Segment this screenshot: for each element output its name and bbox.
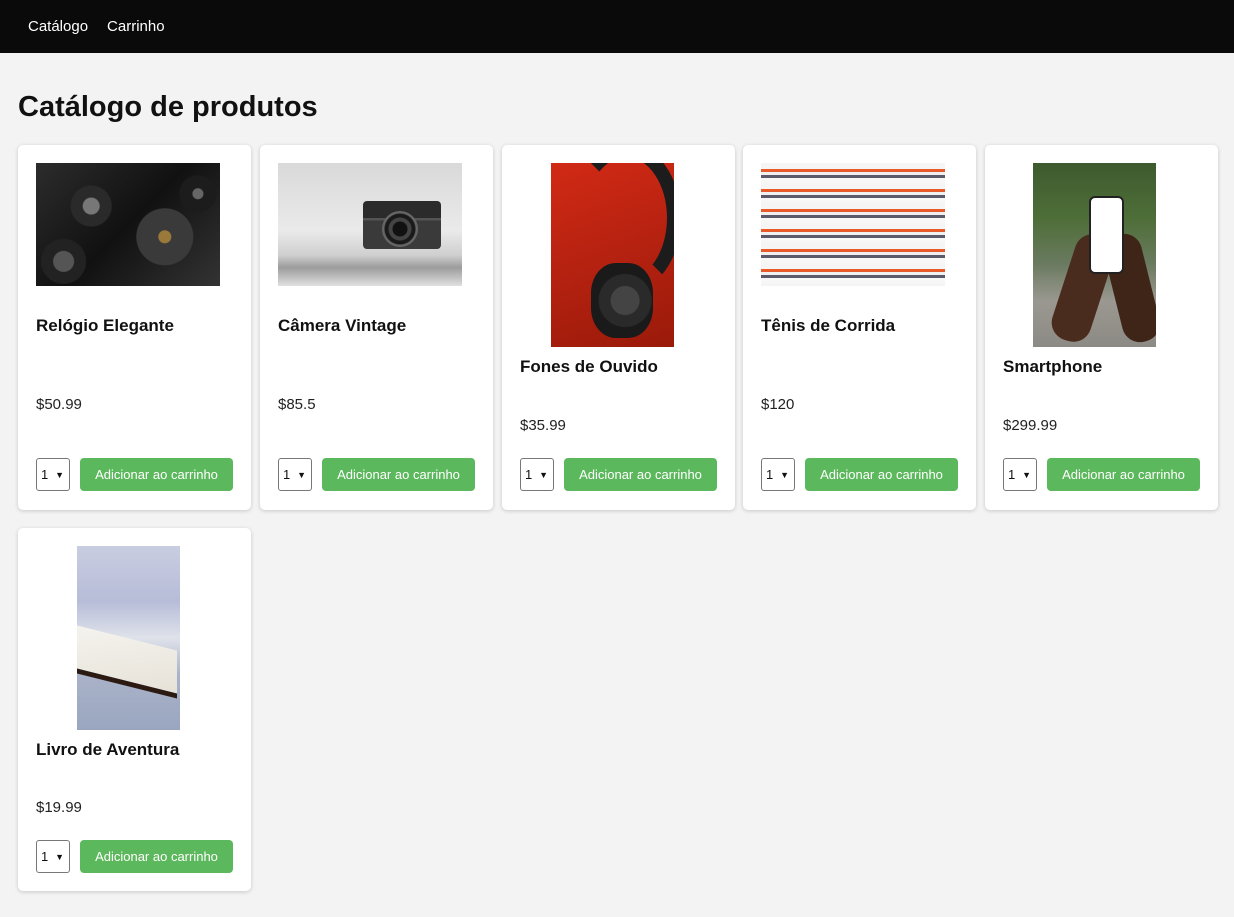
chevron-down-icon: ▼ xyxy=(297,469,306,480)
product-price: $19.99 xyxy=(36,799,82,816)
product-name: Fones de Ouvido xyxy=(520,357,658,376)
product-name: Tênis de Corrida xyxy=(761,316,896,335)
quantity-select[interactable]: 1 ▼ xyxy=(520,458,554,491)
quantity-select[interactable]: 1 ▼ xyxy=(278,458,312,491)
chevron-down-icon: ▼ xyxy=(780,469,789,480)
product-card: Livro de Aventura $19.99 1 ▼ Adicionar ao… xyxy=(18,528,251,891)
product-card: Câmera Vintage $85.5 1 ▼ Adicionar ao car… xyxy=(260,145,493,510)
quantity-value: 1 xyxy=(1008,467,1016,482)
chevron-down-icon: ▼ xyxy=(55,851,64,862)
product-name: Câmera Vintage xyxy=(278,316,407,335)
product-card: Relógio Elegante $50.99 1 ▼ Adicionar ao … xyxy=(18,145,251,510)
chevron-down-icon: ▼ xyxy=(55,469,64,480)
add-to-cart-button[interactable]: Adicionar ao carrinho xyxy=(1047,458,1200,491)
product-image xyxy=(36,163,220,286)
quantity-select[interactable]: 1 ▼ xyxy=(1003,458,1037,491)
product-image xyxy=(77,546,180,730)
quantity-value: 1 xyxy=(41,467,49,482)
product-image xyxy=(278,163,462,286)
quantity-select[interactable]: 1 ▼ xyxy=(761,458,795,491)
chevron-down-icon: ▼ xyxy=(1022,469,1031,480)
quantity-select[interactable]: 1 ▼ xyxy=(36,458,70,491)
product-card: Fones de Ouvido $35.99 1 ▼ Adicionar ao c… xyxy=(502,145,735,510)
product-card: Tênis de Corrida $120 1 ▼ Adicionar ao ca… xyxy=(743,145,976,510)
nav-link-carrinho[interactable]: Carrinho xyxy=(107,18,165,35)
chevron-down-icon: ▼ xyxy=(539,469,548,480)
product-price: $299.99 xyxy=(1003,417,1058,434)
quantity-value: 1 xyxy=(41,849,49,864)
add-to-cart-button[interactable]: Adicionar ao carrinho xyxy=(80,840,233,873)
quantity-value: 1 xyxy=(525,467,533,482)
product-price: $120 xyxy=(761,396,795,413)
add-to-cart-button[interactable]: Adicionar ao carrinho xyxy=(564,458,717,491)
add-to-cart-button[interactable]: Adicionar ao carrinho xyxy=(80,458,233,491)
product-price: $35.99 xyxy=(520,417,566,434)
page-title: Catálogo de produtos xyxy=(18,91,318,123)
product-name: Relógio Elegante xyxy=(36,316,174,335)
product-name: Livro de Aventura xyxy=(36,740,180,759)
quantity-value: 1 xyxy=(283,467,291,482)
product-image xyxy=(551,163,674,347)
product-price: $85.5 xyxy=(278,396,316,413)
product-card: Smartphone $299.99 1 ▼ Adicionar ao carri… xyxy=(985,145,1218,510)
product-image xyxy=(761,163,945,286)
product-image xyxy=(1033,163,1156,347)
product-price: $50.99 xyxy=(36,396,82,413)
add-to-cart-button[interactable]: Adicionar ao carrinho xyxy=(805,458,958,491)
top-navbar: Catálogo Carrinho xyxy=(0,0,1234,53)
add-to-cart-button[interactable]: Adicionar ao carrinho xyxy=(322,458,475,491)
nav-link-catalogo[interactable]: Catálogo xyxy=(28,18,88,35)
quantity-value: 1 xyxy=(766,467,774,482)
quantity-select[interactable]: 1 ▼ xyxy=(36,840,70,873)
product-name: Smartphone xyxy=(1003,357,1103,376)
